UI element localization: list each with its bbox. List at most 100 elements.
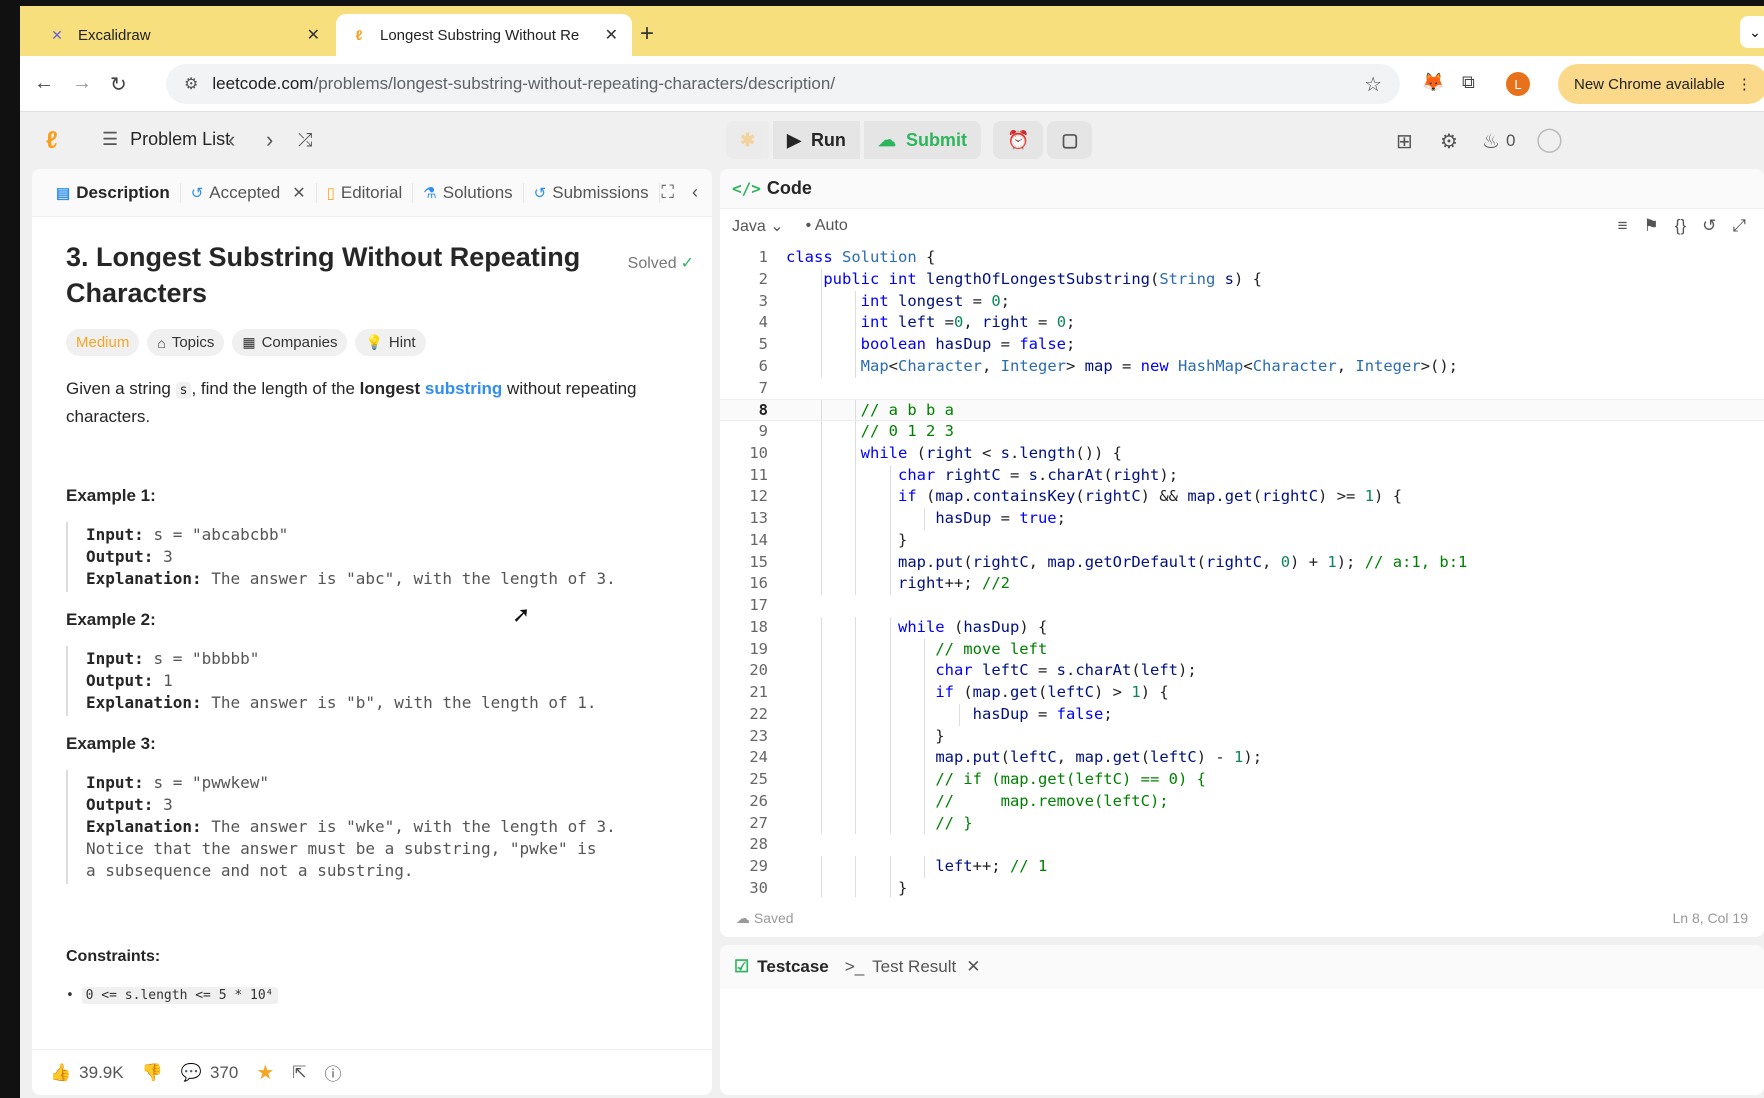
auto-mode[interactable]: • Auto xyxy=(806,217,848,235)
layout-grid-icon[interactable]: ⊞ xyxy=(1396,129,1413,154)
code-line[interactable]: 28 xyxy=(720,834,1764,856)
hint-chip[interactable]: 💡 Hint xyxy=(355,329,426,356)
tab-description[interactable]: ▤ Description xyxy=(46,182,181,203)
maximize-icon[interactable]: ⛶ xyxy=(661,182,674,203)
code-line[interactable]: 29 left++; // 1 xyxy=(720,856,1764,878)
metamask-extension-icon[interactable]: 🦊 xyxy=(1422,72,1444,93)
chip-label: Companies xyxy=(261,334,338,351)
code-line[interactable]: 24 map.put(leftC, map.get(leftC) - 1); xyxy=(720,747,1764,769)
code-line[interactable]: 8 // a b b a xyxy=(720,399,1764,421)
code-line[interactable]: 27 // } xyxy=(720,812,1764,835)
site-settings-icon[interactable]: ⚙ xyxy=(184,74,198,94)
tab-accepted[interactable]: ↺ Accepted ✕ xyxy=(181,182,317,203)
close-icon[interactable]: ✕ xyxy=(966,957,980,977)
alarm-clock-icon[interactable]: ⏰ xyxy=(992,121,1044,159)
share-icon[interactable]: ⇱ xyxy=(292,1063,306,1083)
extensions-puzzle-icon[interactable]: ⧉ xyxy=(1462,72,1475,93)
code-line[interactable]: 15 map.put(rightC, map.getOrDefault(righ… xyxy=(720,551,1764,574)
code-line[interactable]: 13 hasDup = true; xyxy=(720,508,1764,530)
line-number: 8 xyxy=(758,401,768,420)
code-line[interactable]: 4 int left =0, right = 0; xyxy=(720,312,1764,334)
code-line[interactable]: 5 boolean hasDup = false; xyxy=(720,334,1764,356)
substring-link[interactable]: substring xyxy=(425,379,502,398)
code-line[interactable]: 11 char rightC = s.charAt(right); xyxy=(720,464,1764,487)
back-icon[interactable]: ← xyxy=(34,72,54,95)
tab-submissions[interactable]: ↺ Submissions xyxy=(524,182,660,203)
help-icon[interactable]: ⓘ xyxy=(325,1060,342,1085)
code-line[interactable]: 14 } xyxy=(720,529,1764,552)
code-line[interactable]: 9 // 0 1 2 3 xyxy=(720,421,1764,443)
collapse-chevron-icon[interactable]: ‹ xyxy=(692,182,698,203)
expand-icon[interactable]: ⤢ xyxy=(1732,216,1746,236)
code-line[interactable]: 1 class Solution { xyxy=(720,247,1764,269)
code-line[interactable]: 21 if (map.get(leftC) > 1) { xyxy=(720,682,1764,704)
address-bar[interactable]: ⚙ leetcode.com/problems/longest-substrin… xyxy=(166,64,1400,104)
code-line[interactable]: 26 // map.remove(leftC); xyxy=(720,790,1764,813)
code-text: while (hasDup) { xyxy=(897,617,1048,636)
debug-bug-icon[interactable]: ✱ xyxy=(726,121,770,159)
tab-testcase[interactable]: ☑ Testcase xyxy=(734,957,829,977)
comments-button[interactable]: 💬 370 xyxy=(181,1063,239,1083)
code-line[interactable]: 7 xyxy=(720,378,1764,400)
new-chrome-available-button[interactable]: New Chrome available ⋮ xyxy=(1558,64,1764,104)
code-line[interactable]: 10 while (right < s.length()) { xyxy=(720,442,1764,465)
close-tab-icon[interactable]: ✕ xyxy=(605,25,618,45)
code-line[interactable]: 18 while (hasDup) { xyxy=(720,616,1764,639)
forward-icon[interactable]: → xyxy=(72,72,92,95)
tab-search-chevron-icon[interactable]: ⌄ xyxy=(1740,16,1764,48)
settings-gear-icon[interactable]: ⚙ xyxy=(1440,129,1458,154)
browser-tab-leetcode[interactable]: ℓ Longest Substring Without Re ✕ xyxy=(336,14,632,56)
user-avatar[interactable]: ◯ xyxy=(1536,125,1563,154)
code-line[interactable]: 3 int longest = 0; xyxy=(720,290,1764,313)
code-line[interactable]: 2 public int lengthOfLongestSubstring(St… xyxy=(720,268,1764,291)
code-line[interactable]: 25 // if (map.get(leftC) == 0) { xyxy=(720,769,1764,791)
reload-icon[interactable]: ↻ xyxy=(110,72,127,97)
leetcode-icon: ℓ xyxy=(355,27,363,43)
code-line[interactable]: 6 Map<Character, Integer> map = new Hash… xyxy=(720,355,1764,378)
code-text: if (map.containsKey(rightC) && map.get(r… xyxy=(897,487,1403,506)
new-tab-button[interactable]: + xyxy=(640,20,654,48)
close-icon[interactable]: ✕ xyxy=(292,183,305,203)
language-select[interactable]: Java ⌄ xyxy=(732,216,784,236)
code-title: Code xyxy=(766,178,812,198)
code-line[interactable]: 30 } xyxy=(720,877,1764,897)
tab-editorial[interactable]: ▯ Editorial xyxy=(317,182,414,203)
companies-chip[interactable]: ▦ Companies xyxy=(232,329,348,356)
prev-problem-icon[interactable]: ‹ xyxy=(228,127,235,153)
checkbox-icon: ☑ xyxy=(734,957,750,976)
shuffle-icon[interactable]: ⤮ xyxy=(298,130,312,151)
topics-chip[interactable]: ⌂ Topics xyxy=(147,329,225,356)
next-problem-icon[interactable]: › xyxy=(266,127,273,153)
more-menu-icon[interactable]: ⋮ xyxy=(1737,75,1752,93)
tab-solutions[interactable]: ⚗ Solutions xyxy=(413,182,524,203)
close-tab-icon[interactable]: ✕ xyxy=(307,25,320,45)
submit-button[interactable]: ☁ Submit xyxy=(863,121,981,159)
favorite-star-icon[interactable]: ★ xyxy=(256,1060,274,1085)
browser-tab-excalidraw[interactable]: ✕ Excalidraw ✕ xyxy=(34,14,334,56)
line-number: 3 xyxy=(758,291,768,310)
notes-icon[interactable]: ▢ xyxy=(1047,121,1093,159)
code-line[interactable]: 22 hasDup = false; xyxy=(720,703,1764,726)
run-button[interactable]: ▶ Run xyxy=(773,121,860,159)
reset-icon[interactable]: ↺ xyxy=(1702,216,1716,236)
leetcode-logo[interactable]: ℓ xyxy=(46,127,58,155)
braces-icon[interactable]: {} xyxy=(1675,216,1686,236)
bookmark-icon[interactable]: ⚑ xyxy=(1644,216,1659,236)
bookmark-star-icon[interactable]: ☆ xyxy=(1364,72,1382,97)
problem-list-button[interactable]: ☰ Problem List xyxy=(102,129,230,150)
code-line[interactable]: 12 if (map.containsKey(rightC) && map.ge… xyxy=(720,486,1764,508)
thumbs-down-icon[interactable]: 👎 xyxy=(142,1063,163,1083)
code-line[interactable]: 20 char leftC = s.charAt(left); xyxy=(720,660,1764,682)
code-line[interactable]: 16 right++; //2 xyxy=(720,573,1764,595)
code-text: if (map.get(leftC) > 1) { xyxy=(935,683,1169,701)
tab-test-result[interactable]: >_ Test Result ✕ xyxy=(845,957,981,977)
streak-fire-icon[interactable]: ♨ xyxy=(1482,129,1500,154)
example-box: Input: s = "abcabcbb" Output: 3 Explanat… xyxy=(66,522,696,592)
code-line[interactable]: 19 // move left xyxy=(720,638,1764,661)
like-button[interactable]: 👍 39.9K xyxy=(50,1063,124,1083)
profile-avatar[interactable]: L xyxy=(1506,72,1530,96)
code-line[interactable]: 23 } xyxy=(720,725,1764,748)
code-line[interactable]: 17 xyxy=(720,595,1764,617)
code-editor[interactable]: 1 class Solution {2 public int lengthOfLo… xyxy=(720,247,1764,897)
format-icon[interactable]: ≡ xyxy=(1618,216,1628,236)
